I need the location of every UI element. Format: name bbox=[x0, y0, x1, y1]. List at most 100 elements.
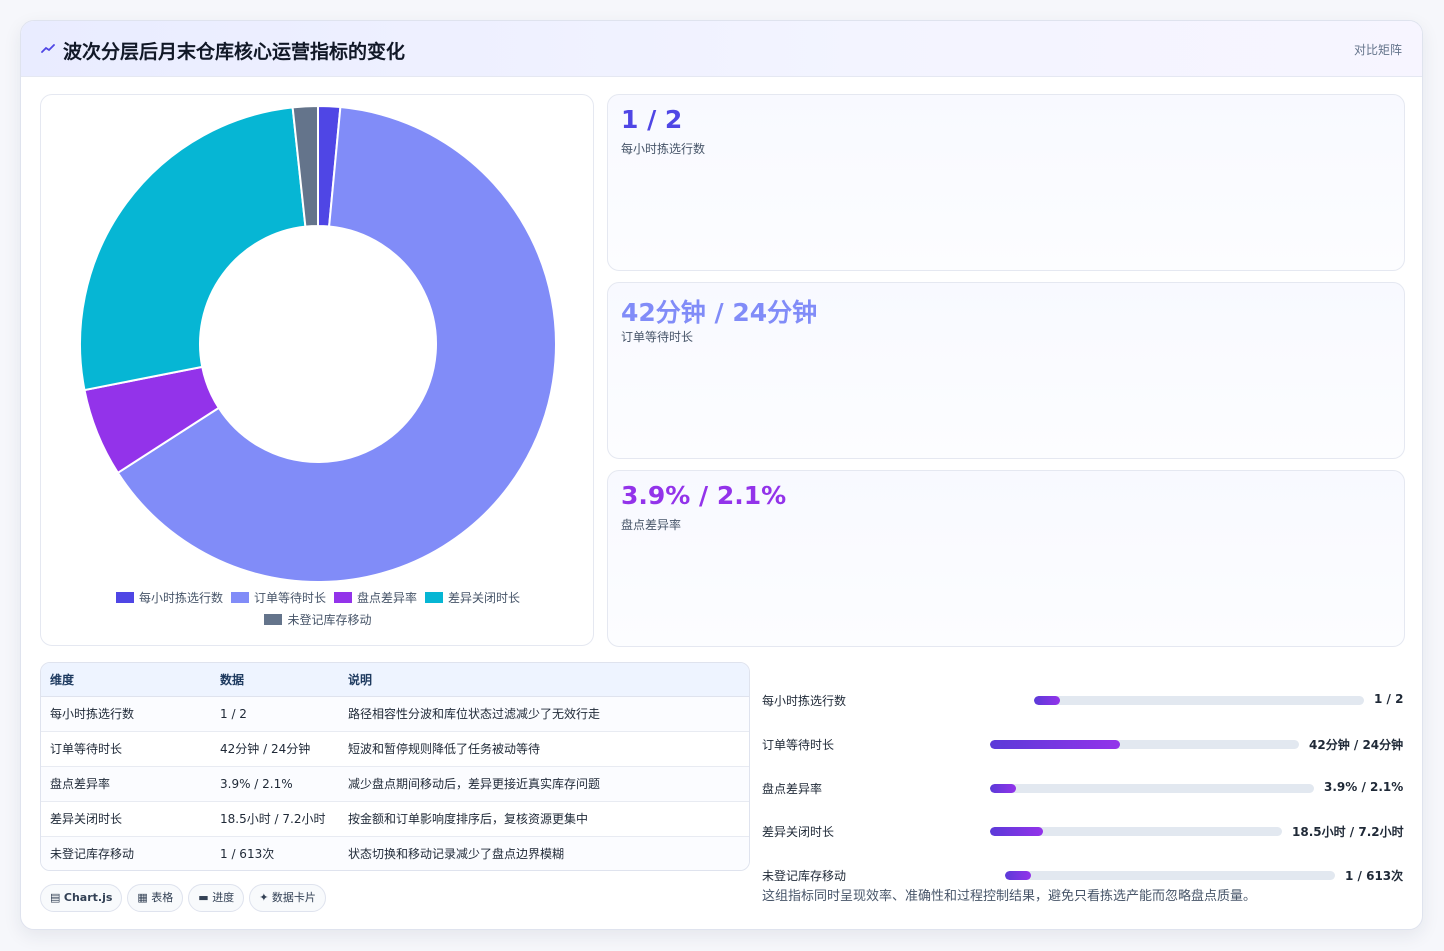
progress-row: 每小时拣选行数 1 / 2 bbox=[762, 690, 1408, 710]
progress-value: 1 / 2 bbox=[1374, 692, 1404, 706]
legend-swatch bbox=[230, 592, 249, 603]
table-body: 每小时拣选行数 1 / 2 路径相容性分波和库位状态过滤减少了无效行走 订单等待时长 4… bbox=[41, 696, 749, 870]
table-cell: 路径相容性分波和库位状态过滤减少了无效行走 bbox=[339, 696, 749, 732]
table-cell: 按金额和订单影响度排序后，复核资源更集中 bbox=[339, 801, 749, 837]
table-cell: 盘点差异率 bbox=[41, 766, 211, 802]
legend-label: 差异关闭时长 bbox=[448, 591, 521, 605]
compare-matrix-link[interactable]: 对比矩阵 bbox=[1354, 41, 1402, 58]
legend-swatch bbox=[425, 592, 444, 603]
stat-value: 42分钟 / 24分钟 bbox=[621, 298, 818, 327]
progress-value: 42分钟 / 24分钟 bbox=[1309, 737, 1404, 752]
progress-row: 未登记库存移动 1 / 613次 bbox=[762, 865, 1408, 885]
tech-chips: ▤ Chart.js ▦ 表格 ▬ 进度 ✦ 数据卡片 bbox=[40, 884, 331, 912]
progress-value: 18.5小时 / 7.2小时 bbox=[1292, 825, 1404, 840]
progress-label: 每小时拣选行数 bbox=[762, 694, 847, 708]
table-cell: 1 / 613次 bbox=[211, 836, 339, 870]
legend-label: 每小时拣选行数 bbox=[138, 591, 223, 605]
table-cell: 1 / 2 bbox=[211, 696, 339, 732]
progress-track bbox=[990, 827, 1282, 837]
progress-label: 未登记库存移动 bbox=[762, 869, 847, 884]
progress-row: 盘点差异率 3.9% / 2.1% bbox=[762, 778, 1408, 798]
metrics-table: 维度 数据 说明 每小时拣选行数 1 / 2 路径相容性分波和库位状态过滤减少了无效行走… bbox=[41, 663, 749, 870]
progress-fill bbox=[1034, 696, 1061, 705]
legend-item[interactable]: 订单等待时长 bbox=[230, 589, 326, 607]
trend-icon bbox=[41, 44, 55, 53]
doughnut-chart-card: 每小时拣选行数 订单等待时长 盘点差异率 差异关闭时长未登记库存移动 bbox=[40, 94, 594, 646]
legend-item[interactable]: 每小时拣选行数 bbox=[115, 589, 223, 607]
legend-item[interactable]: 差异关闭时长 bbox=[425, 589, 520, 607]
table-row: 差异关闭时长 18.5小时 / 7.2小时 按金额和订单影响度排序后，复核资源更集中 bbox=[41, 801, 749, 837]
stat-value: 1 / 2 bbox=[621, 105, 683, 134]
stat-card: 3.9% / 2.1% 盘点差异率 bbox=[607, 470, 1405, 647]
legend-item[interactable]: 盘点差异率 bbox=[334, 589, 417, 607]
progress-track bbox=[1034, 696, 1364, 705]
table-cell: 42分钟 / 24分钟 bbox=[211, 731, 339, 767]
table-header-row: 维度 数据 说明 bbox=[41, 663, 749, 697]
column-header: 数据 bbox=[211, 663, 339, 697]
progress-label: 差异关闭时长 bbox=[762, 825, 835, 840]
table-cell: 每小时拣选行数 bbox=[41, 696, 211, 732]
table-cell: 短波和暂停规则降低了任务被动等待 bbox=[339, 731, 749, 767]
table-cell: 18.5小时 / 7.2小时 bbox=[211, 801, 339, 837]
table-cell: 差异关闭时长 bbox=[41, 801, 211, 837]
table-cell: 减少盘点期间移动后，差异更接近真实库存问题 bbox=[339, 766, 749, 802]
progress-label: 盘点差异率 bbox=[762, 781, 823, 796]
doughnut-chart bbox=[79, 104, 557, 583]
stat-card: 42分钟 / 24分钟订单等待时长 bbox=[607, 282, 1405, 459]
stat-label: 每小时拣选行数 bbox=[621, 142, 706, 156]
progress-fill bbox=[990, 739, 1120, 749]
progress-fill bbox=[1005, 871, 1032, 881]
legend-label: 盘点差异率 bbox=[357, 591, 418, 605]
chip-label: 表格 bbox=[151, 891, 174, 904]
progress-value: 1 / 613次 bbox=[1345, 869, 1404, 884]
header-bar: 波次分层后月末仓库核心运营指标的变化 对比矩阵 bbox=[21, 21, 1422, 77]
column-header: 说明 bbox=[339, 663, 749, 697]
progress-track bbox=[1005, 871, 1335, 881]
legend-row: 每小时拣选行数 订单等待时长 盘点差异率 差异关闭时长 bbox=[41, 589, 595, 611]
table-row: 盘点差异率 3.9% / 2.1% 减少盘点期间移动后，差异更接近真实库存问题 bbox=[41, 766, 749, 802]
chip-progress[interactable]: ▬ 进度 bbox=[188, 884, 245, 912]
chip-label: Chart.js bbox=[63, 891, 113, 904]
summary-note: 这组指标同时呈现效率、准确性和过程控制结果，避免只看拣选产能而忽略盘点质量。 bbox=[762, 889, 1257, 904]
table-row: 未登记库存移动 1 / 613次 状态切换和移动记录减少了盘点边界模糊 bbox=[41, 836, 749, 870]
dashboard-window: 波次分层后月末仓库核心运营指标的变化 对比矩阵 每小时拣选行数 订单等待时长 盘点差… bbox=[20, 20, 1423, 930]
progress-row: 差异关闭时长 18.5小时 / 7.2小时 bbox=[762, 821, 1408, 841]
progress-icon: ▬ bbox=[198, 891, 213, 904]
progress-track bbox=[990, 739, 1299, 749]
chip-label: 数据卡片 bbox=[271, 891, 316, 904]
legend-label: 未登记库存移动 bbox=[287, 613, 372, 627]
table-icon: ▦ bbox=[137, 891, 152, 904]
legend-row: 未登记库存移动 bbox=[41, 611, 595, 633]
legend-swatch bbox=[264, 614, 283, 625]
chip-chart[interactable]: ▤ Chart.js bbox=[40, 884, 123, 912]
legend-label: 订单等待时长 bbox=[253, 591, 326, 605]
chip-table[interactable]: ▦ 表格 bbox=[127, 884, 184, 912]
table-cell: 3.9% / 2.1% bbox=[211, 766, 339, 802]
table-cell: 状态切换和移动记录减少了盘点边界模糊 bbox=[339, 836, 749, 870]
progress-fill bbox=[990, 783, 1016, 793]
doughnut-slice[interactable] bbox=[79, 106, 307, 392]
chart-legend: 每小时拣选行数 订单等待时长 盘点差异率 差异关闭时长未登记库存移动 bbox=[41, 589, 595, 633]
progress-track bbox=[990, 783, 1314, 793]
table-cell: 订单等待时长 bbox=[41, 731, 211, 767]
progress-value: 3.9% / 2.1% bbox=[1324, 779, 1404, 794]
stat-label: 盘点差异率 bbox=[621, 518, 682, 532]
progress-row: 订单等待时长 42分钟 / 24分钟 bbox=[762, 734, 1408, 754]
stat-card: 1 / 2 每小时拣选行数 bbox=[607, 94, 1405, 271]
chip-sparkle[interactable]: ✦ 数据卡片 bbox=[249, 884, 326, 912]
stat-label: 订单等待时长 bbox=[621, 330, 694, 344]
metrics-table-container: 维度 数据 说明 每小时拣选行数 1 / 2 路径相容性分波和库位状态过滤减少了无效行走… bbox=[40, 662, 750, 871]
legend-swatch bbox=[115, 592, 134, 603]
legend-item[interactable]: 未登记库存移动 bbox=[264, 611, 372, 629]
stat-value: 3.9% / 2.1% bbox=[621, 481, 787, 510]
table-row: 订单等待时长 42分钟 / 24分钟 短波和暂停规则降低了任务被动等待 bbox=[41, 731, 749, 767]
table-row: 每小时拣选行数 1 / 2 路径相容性分波和库位状态过滤减少了无效行走 bbox=[41, 696, 749, 732]
progress-label: 订单等待时长 bbox=[762, 737, 835, 752]
column-header: 维度 bbox=[41, 663, 211, 697]
page-title: 波次分层后月末仓库核心运营指标的变化 bbox=[63, 41, 406, 63]
chart-icon: ▤ bbox=[50, 891, 64, 904]
table-cell: 未登记库存移动 bbox=[41, 836, 211, 870]
legend-swatch bbox=[334, 592, 352, 603]
progress-fill bbox=[990, 827, 1043, 837]
chip-label: 进度 bbox=[212, 891, 235, 904]
